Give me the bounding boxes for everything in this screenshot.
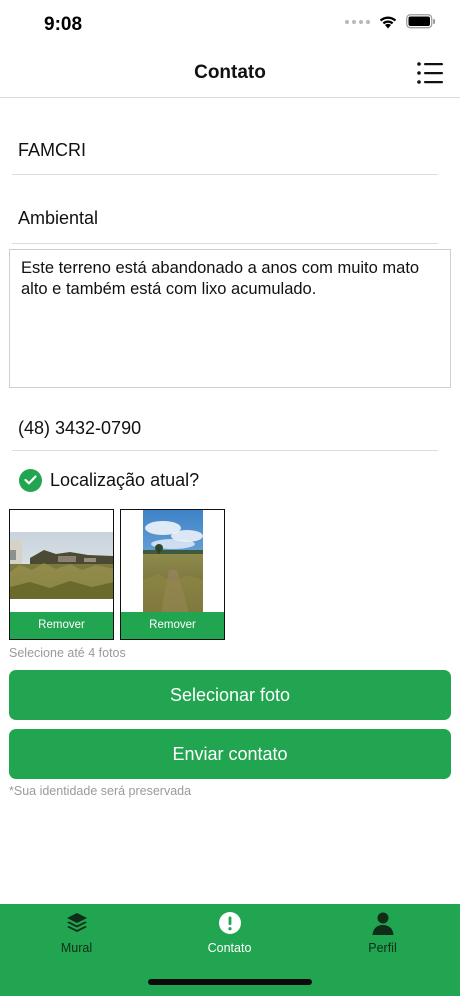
remove-photo-button[interactable]: Remover [121,612,224,639]
layers-icon [66,913,87,932]
category-value: Ambiental [18,208,99,228]
description-textarea[interactable]: Este terreno está abandonado a anos com … [9,249,451,388]
photo-image [10,532,113,599]
organization-field[interactable]: FAMCRI [12,118,438,175]
navigation-bar: Contato [0,50,460,98]
tab-contato[interactable]: Contato [153,904,306,974]
status-icons [345,14,436,29]
list-menu-icon[interactable] [416,60,444,86]
phone-value: (48) 3432-0790 [18,418,142,438]
status-time: 9:08 [44,14,83,35]
current-location-checkbox[interactable]: Localização atual? [19,467,199,493]
status-bar: 9:08 [0,0,460,50]
tab-mural[interactable]: Mural [0,904,153,974]
photo-thumbnail: Remover [9,509,114,640]
alert-circle-icon [218,912,241,934]
send-contact-button[interactable]: Enviar contato [9,729,451,779]
checkmark-icon [19,468,42,492]
person-icon [372,912,393,935]
tab-perfil[interactable]: Perfil [306,904,459,974]
tab-label: Mural [60,941,93,955]
remove-photo-button[interactable]: Remover [10,612,113,639]
privacy-note: *Sua identidade será preservada [9,784,192,798]
current-location-label: Localização atual? [50,469,200,490]
photo-thumbnail: Remover [120,509,225,640]
phone-field[interactable]: (48) 3432-0790 [12,405,438,451]
organization-value: FAMCRI [18,140,87,160]
tab-label: Contato [207,941,252,955]
category-field[interactable]: Ambiental [12,188,438,244]
home-indicator [148,979,312,985]
cellular-signal-icon [345,19,370,24]
wifi-icon [379,16,397,29]
photo-image [143,510,203,613]
photo-limit-hint: Selecione até 4 fotos [9,646,126,660]
tab-label: Perfil [368,941,397,955]
select-photo-button[interactable]: Selecionar foto [9,670,451,720]
page-title: Contato [194,62,266,83]
battery-icon [406,14,435,29]
